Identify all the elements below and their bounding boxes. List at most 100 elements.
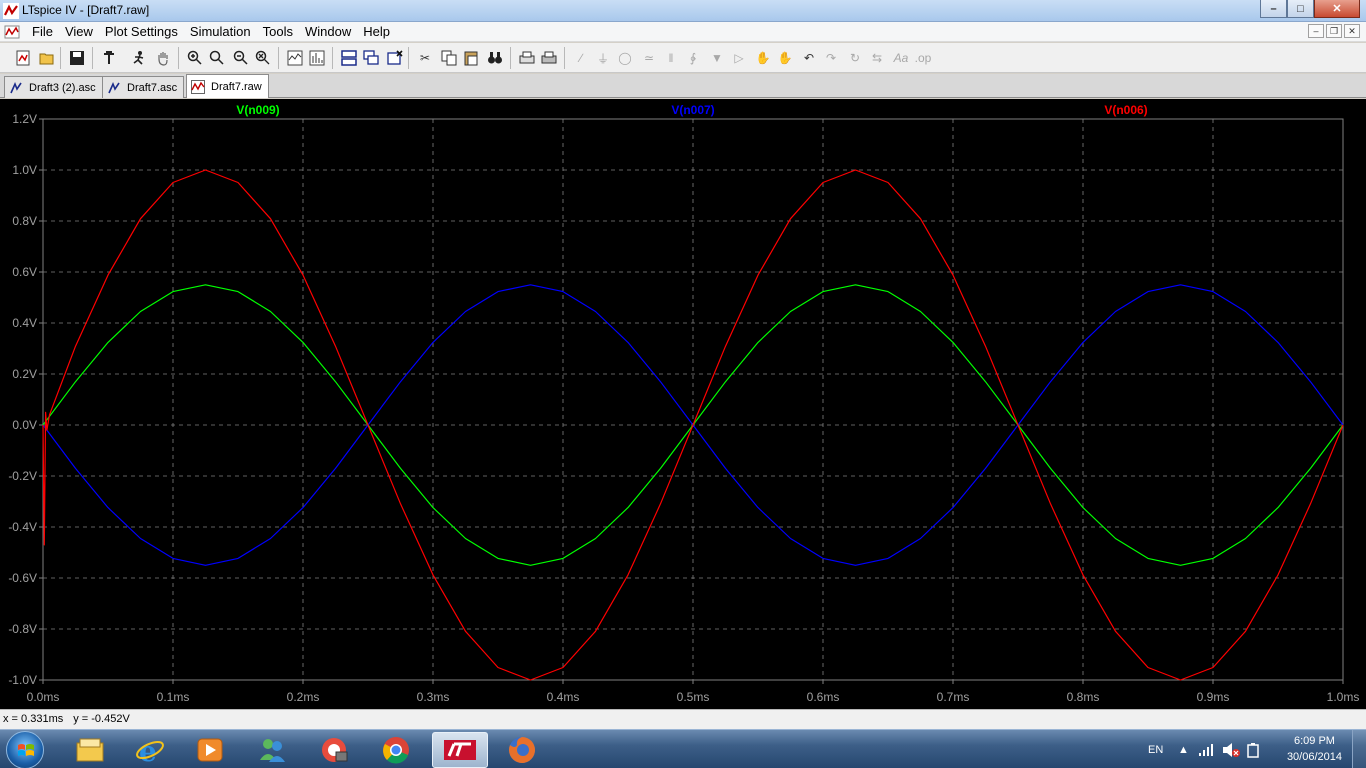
firefox-icon[interactable]	[494, 732, 550, 768]
taskbar: e EN ▲ 6:09 PM 30/06/2014	[0, 729, 1366, 768]
cursor-y-readout: y = -0.452V	[73, 713, 130, 725]
paste-icon[interactable]	[462, 49, 480, 67]
x-tick-label: 0.6ms	[807, 690, 840, 704]
label-net-icon[interactable]: ◯	[616, 49, 634, 67]
inductor-icon[interactable]: ∳	[684, 49, 702, 67]
tab-draft3-2-asc[interactable]: Draft3 (2).asc	[4, 76, 103, 98]
redo-icon[interactable]: ↷	[822, 49, 840, 67]
mirror-icon[interactable]: ⇆	[868, 49, 886, 67]
close-window-icon[interactable]	[386, 49, 404, 67]
show-desktop-button[interactable]	[1352, 730, 1366, 768]
x-tick-label: 0.4ms	[547, 690, 580, 704]
control-panel-icon[interactable]	[100, 49, 118, 67]
start-button[interactable]	[6, 731, 44, 768]
minimize-button[interactable]: –	[1260, 0, 1287, 18]
volume-muted-icon[interactable]	[1222, 730, 1240, 768]
explorer-icon[interactable]	[62, 732, 118, 768]
mdi-close-button[interactable]: ✕	[1344, 24, 1360, 38]
toolbar: ✂ ∕ ⏚ ◯ ≃ ‖ ∳ ▼ ▷ ✋ ✋ ↶ ↷ ↻ ⇆ Aa .op	[0, 43, 1366, 73]
menu-plot-settings[interactable]: Plot Settings	[99, 24, 184, 39]
ltspice-icon[interactable]	[432, 732, 488, 768]
rotate-icon[interactable]: ↻	[846, 49, 864, 67]
zoom-out-icon[interactable]	[232, 49, 250, 67]
internet-explorer-icon[interactable]: e	[122, 732, 178, 768]
close-button[interactable]: ✕	[1314, 0, 1360, 18]
ltspice-window: LTspice IV - [Draft7.raw] – □ ✕ File Vie…	[0, 0, 1366, 768]
zoom-in-icon[interactable]	[186, 49, 204, 67]
legend-vn009[interactable]: V(n009)	[236, 103, 279, 117]
mdi-restore-button[interactable]: ❐	[1326, 24, 1342, 38]
clock-date: 30/06/2014	[1286, 751, 1342, 763]
menu-tools[interactable]: Tools	[257, 24, 299, 39]
component-icon[interactable]: ▷	[730, 49, 748, 67]
cut-icon[interactable]: ✂	[416, 49, 434, 67]
capacitor-icon[interactable]: ‖	[662, 49, 680, 67]
find-icon[interactable]	[486, 49, 504, 67]
tile-horizontal-icon[interactable]	[340, 49, 358, 67]
x-tick-label: 0.9ms	[1197, 690, 1230, 704]
tab-draft7-raw[interactable]: Draft7.raw	[186, 74, 269, 98]
tab-draft7-asc[interactable]: Draft7.asc	[102, 76, 185, 98]
waveform-viewer[interactable]: 1.2V 1.0V 0.8V 0.6V 0.4V 0.2V 0.0V -0.2V -0.4V -0…	[0, 99, 1366, 709]
y-tick-label: -0.2V	[8, 469, 37, 483]
legend-vn007[interactable]: V(n007)	[671, 103, 714, 117]
diode-icon[interactable]: ▼	[708, 49, 726, 67]
fft-icon[interactable]	[308, 49, 326, 67]
autorange-icon[interactable]	[286, 49, 304, 67]
messenger-icon[interactable]	[244, 732, 300, 768]
waveform-plot[interactable]: 1.2V 1.0V 0.8V 0.6V 0.4V 0.2V 0.0V -0.2V -0.4V -0…	[0, 99, 1366, 709]
zoom-full-icon[interactable]	[208, 49, 226, 67]
waveform-icon	[191, 79, 205, 94]
open-icon[interactable]	[38, 49, 56, 67]
pan-icon[interactable]	[154, 49, 172, 67]
menu-window[interactable]: Window	[299, 24, 357, 39]
document-tabs: Draft3 (2).asc Draft7.asc Draft7.raw	[0, 74, 1366, 98]
power-icon[interactable]	[1246, 730, 1260, 768]
network-icon[interactable]	[1198, 730, 1214, 768]
chrome-icon[interactable]	[368, 732, 424, 768]
resistor-icon[interactable]: ≃	[640, 49, 658, 67]
y-tick-label: 1.2V	[12, 112, 37, 126]
media-player-icon[interactable]	[182, 732, 238, 768]
menu-help[interactable]: Help	[357, 24, 396, 39]
tab-label: Draft7.asc	[127, 81, 178, 94]
ltspice-logo-icon	[3, 3, 19, 19]
drag-icon[interactable]: ✋	[776, 49, 794, 67]
mdi-minimize-button[interactable]: –	[1308, 24, 1324, 38]
document-icon[interactable]	[4, 24, 20, 40]
svg-text:e: e	[139, 735, 157, 765]
system-clock[interactable]: 6:09 PM 30/06/2014	[1287, 733, 1342, 765]
x-tick-label: 1.0ms	[1327, 690, 1360, 704]
save-icon[interactable]	[68, 49, 86, 67]
show-hidden-icons-icon[interactable]: ▲	[1178, 730, 1189, 768]
x-tick-label: 0.8ms	[1067, 690, 1100, 704]
language-indicator[interactable]: EN	[1148, 730, 1163, 768]
new-schematic-icon[interactable]	[14, 49, 32, 67]
legend-vn006[interactable]: V(n006)	[1104, 103, 1147, 117]
move-icon[interactable]: ✋	[754, 49, 772, 67]
spice-directive-icon[interactable]: .op	[914, 49, 932, 67]
menu-file[interactable]: File	[26, 24, 59, 39]
cascade-icon[interactable]	[362, 49, 380, 67]
y-tick-label: -0.8V	[8, 622, 37, 636]
zoom-cancel-icon[interactable]	[254, 49, 272, 67]
print-icon[interactable]	[540, 49, 558, 67]
y-tick-label: 0.8V	[12, 214, 37, 228]
undo-icon[interactable]: ↶	[800, 49, 818, 67]
y-tick-label: 0.4V	[12, 316, 37, 330]
wire-icon[interactable]: ∕	[572, 49, 590, 67]
maximize-button[interactable]: □	[1287, 0, 1314, 18]
picasa-icon[interactable]	[306, 732, 362, 768]
copy-icon[interactable]	[440, 49, 458, 67]
status-bar: x = 0.331ms y = -0.452V	[0, 709, 1366, 729]
menu-bar: File View Plot Settings Simulation Tools…	[0, 22, 1366, 42]
title-bar: LTspice IV - [Draft7.raw] – □ ✕	[0, 0, 1366, 22]
menu-simulation[interactable]: Simulation	[184, 24, 257, 39]
print-preview-icon[interactable]	[518, 49, 536, 67]
menu-view[interactable]: View	[59, 24, 99, 39]
ground-icon[interactable]: ⏚	[594, 49, 612, 67]
y-tick-label: 0.2V	[12, 367, 37, 381]
run-icon[interactable]	[130, 49, 148, 67]
cursor-x-readout: x = 0.331ms	[3, 713, 64, 725]
text-icon[interactable]: Aa	[892, 49, 910, 67]
